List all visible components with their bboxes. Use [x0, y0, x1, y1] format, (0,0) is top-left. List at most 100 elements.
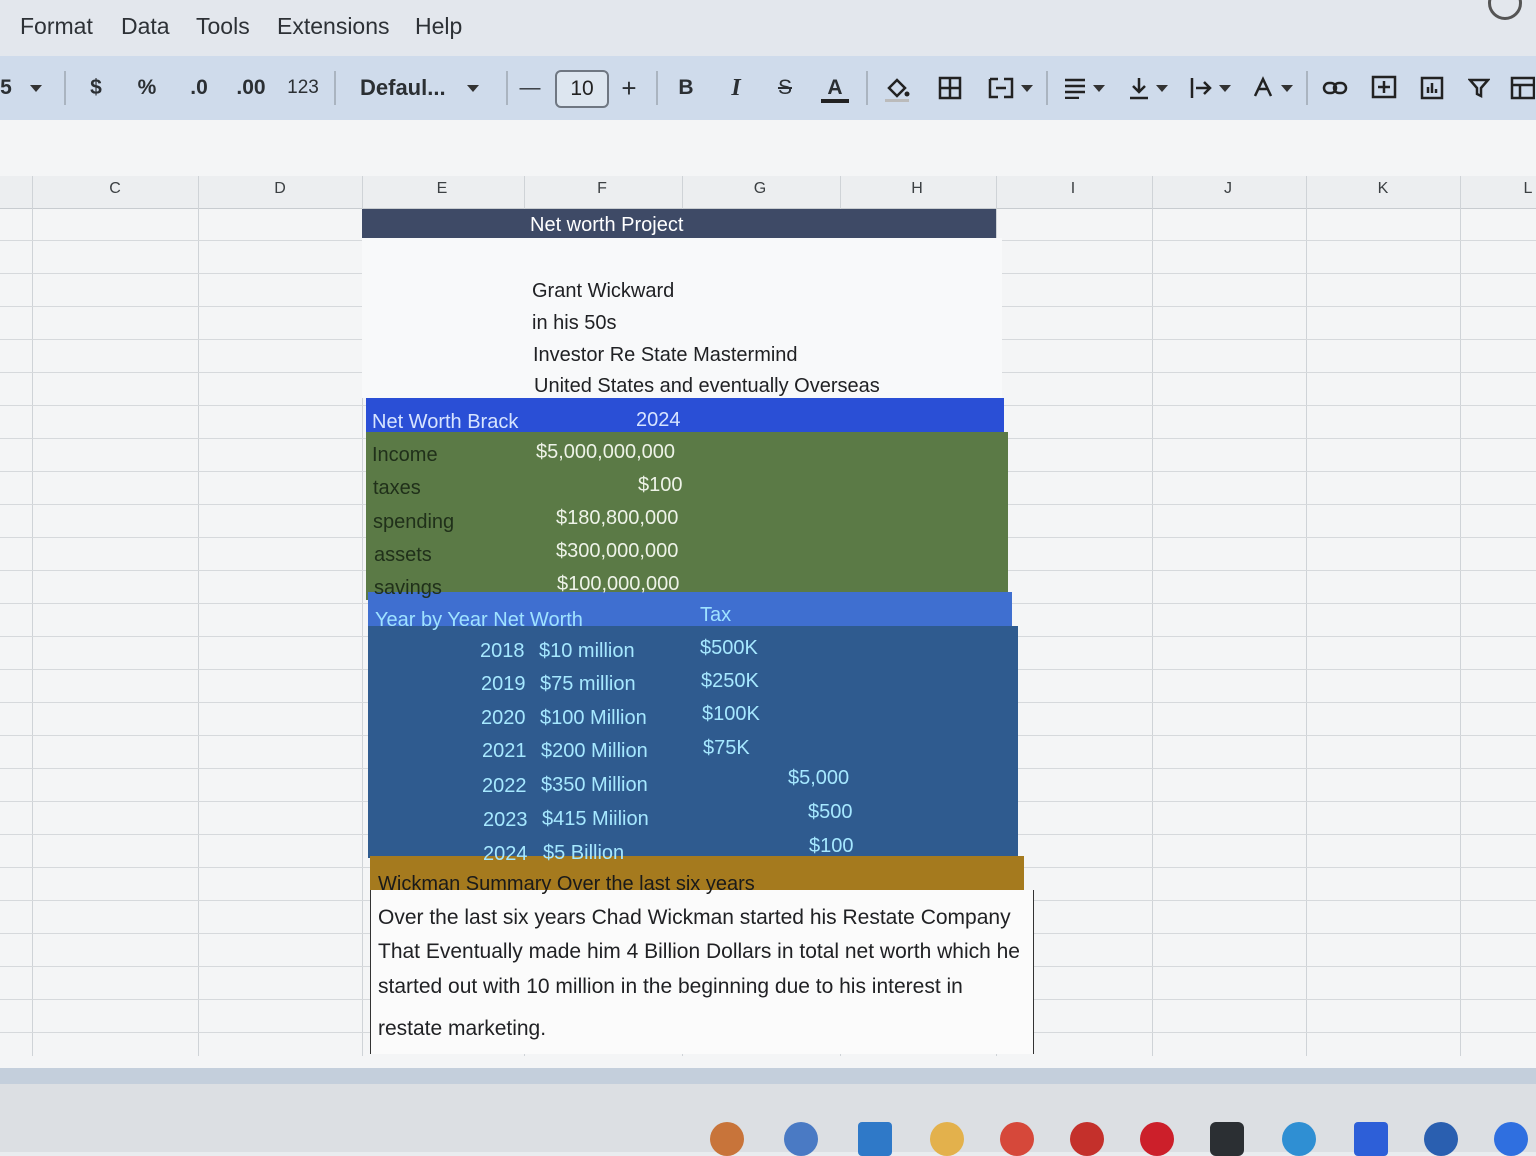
borders-icon[interactable] [934, 56, 966, 120]
sheet-title[interactable]: Net worth Project [530, 210, 683, 240]
yearly-tax[interactable]: $500K [700, 633, 758, 663]
yearly-year[interactable]: 2020 [481, 703, 526, 733]
yearly-extra[interactable]: $500 [808, 797, 853, 827]
column-header-h[interactable]: H [907, 180, 927, 198]
menu-tools[interactable]: Tools [196, 13, 250, 40]
profile-location[interactable]: United States and eventually Overseas [534, 371, 880, 401]
comment-icon[interactable] [1368, 56, 1400, 120]
column-header-f[interactable]: F [592, 180, 612, 198]
app-icon[interactable] [1070, 1122, 1104, 1156]
summary-line[interactable]: That Eventually made him 4 Billion Dolla… [378, 937, 1020, 967]
profile-role[interactable]: Investor Re State Mastermind [533, 340, 798, 370]
yearly-extra[interactable]: $100 [809, 831, 854, 861]
app-icon[interactable] [1494, 1122, 1528, 1156]
yearly-worth[interactable]: $350 Million [541, 770, 648, 800]
column-header-d[interactable]: D [270, 180, 290, 198]
more-formats-button[interactable]: 123 [286, 56, 320, 120]
column-header-k[interactable]: K [1373, 180, 1393, 198]
filter-icon[interactable] [1464, 56, 1494, 120]
finance-value[interactable]: $300,000,000 [556, 536, 678, 566]
finance-value[interactable]: $100 [638, 470, 683, 500]
yearly-worth[interactable]: $415 Miilion [542, 804, 649, 834]
summary-line[interactable]: Over the last six years Chad Wickman sta… [378, 903, 1011, 933]
finance-value[interactable]: $5,000,000,000 [536, 437, 675, 467]
percent-format-button[interactable]: % [134, 56, 160, 120]
history-icon[interactable] [1488, 0, 1522, 20]
strikethrough-button[interactable]: S [772, 56, 798, 120]
rotate-icon[interactable] [1246, 56, 1298, 120]
yearly-year[interactable]: 2022 [482, 771, 527, 801]
finance-label[interactable]: savings [374, 573, 442, 603]
edge-icon[interactable] [1282, 1122, 1316, 1156]
yearly-year[interactable]: 2023 [483, 805, 528, 835]
summary-header[interactable]: Wickman Summary Over the last six years [378, 869, 755, 899]
menu-extensions[interactable]: Extensions [277, 13, 390, 40]
font-dropdown-icon[interactable] [464, 56, 482, 120]
link-icon[interactable] [1318, 56, 1352, 120]
yearly-worth[interactable]: $5 Billion [543, 838, 624, 868]
zoom-dropdown-icon[interactable] [28, 56, 44, 120]
app-icon[interactable] [858, 1122, 892, 1156]
increase-decimal-button[interactable]: .00 [234, 56, 268, 120]
yearly-worth[interactable]: $100 Million [540, 703, 647, 733]
italic-button[interactable]: I [724, 56, 748, 120]
decrease-font-size-button[interactable]: — [518, 56, 542, 120]
menu-data[interactable]: Data [121, 13, 170, 40]
decrease-decimal-button[interactable]: .0 [184, 56, 214, 120]
column-header-c[interactable]: C [105, 180, 125, 198]
yearly-year[interactable]: 2021 [482, 736, 527, 766]
yearly-tax[interactable]: $250K [701, 666, 759, 696]
menu-help[interactable]: Help [415, 13, 462, 40]
opera-icon[interactable] [1140, 1122, 1174, 1156]
yearly-header[interactable]: Year by Year Net Worth [375, 605, 583, 635]
yearly-year[interactable]: 2019 [481, 669, 526, 699]
finance-label[interactable]: spending [373, 507, 454, 537]
fill-color-icon[interactable] [880, 56, 914, 120]
valign-icon[interactable] [1122, 56, 1174, 120]
column-header-e[interactable]: E [432, 180, 452, 198]
sheet-grid[interactable]: C D E F G H I J K L Net worth Project Gr… [0, 120, 1536, 1070]
app-icon[interactable] [784, 1122, 818, 1156]
font-family-select[interactable]: Defaul... [360, 56, 446, 120]
merge-cells-icon[interactable] [984, 56, 1036, 120]
yearly-tax[interactable]: $75K [703, 733, 750, 763]
yearly-worth[interactable]: $200 Million [541, 736, 648, 766]
align-icon[interactable] [1058, 56, 1110, 120]
profile-age[interactable]: in his 50s [532, 308, 617, 338]
menu-format[interactable]: Format [20, 13, 93, 40]
yearly-worth[interactable]: $75 million [540, 669, 636, 699]
increase-font-size-button[interactable]: + [616, 56, 642, 120]
filter-views-icon[interactable] [1508, 56, 1536, 120]
app-icon[interactable] [1354, 1122, 1388, 1156]
yearly-extra[interactable]: $5,000 [788, 763, 849, 793]
folder-icon[interactable] [930, 1122, 964, 1156]
currency-format-button[interactable]: $ [86, 56, 106, 120]
column-header-g[interactable]: G [750, 180, 770, 198]
finance-value[interactable]: $100,000,000 [557, 569, 679, 599]
finance-label[interactable]: Income [372, 440, 438, 470]
finance-value[interactable]: $180,800,000 [556, 503, 678, 533]
finance-label[interactable]: taxes [373, 473, 421, 503]
wrap-icon[interactable] [1184, 56, 1236, 120]
bold-button[interactable]: B [674, 56, 698, 120]
terminal-icon[interactable] [1210, 1122, 1244, 1156]
yearly-year[interactable]: 2024 [483, 839, 528, 869]
bracket-year[interactable]: 2024 [636, 405, 681, 435]
summary-line[interactable]: started out with 10 million in the begin… [378, 972, 963, 1002]
app-icon[interactable] [710, 1122, 744, 1156]
bracket-label[interactable]: Net Worth Brack [372, 407, 518, 437]
chart-icon[interactable] [1416, 56, 1448, 120]
yearly-worth[interactable]: $10 million [539, 636, 635, 666]
app-icon[interactable] [1424, 1122, 1458, 1156]
column-header-l[interactable]: L [1518, 180, 1536, 198]
chrome-icon[interactable] [1000, 1122, 1034, 1156]
zoom-select[interactable]: 5 [0, 56, 12, 120]
finance-label[interactable]: assets [374, 540, 432, 570]
yearly-year[interactable]: 2018 [480, 636, 525, 666]
tax-header[interactable]: Tax [700, 600, 731, 630]
column-header-j[interactable]: J [1218, 180, 1238, 198]
font-size-input[interactable]: 10 [555, 70, 609, 108]
summary-line[interactable]: restate marketing. [378, 1014, 546, 1044]
column-header-i[interactable]: I [1063, 180, 1083, 198]
yearly-tax[interactable]: $100K [702, 699, 760, 729]
